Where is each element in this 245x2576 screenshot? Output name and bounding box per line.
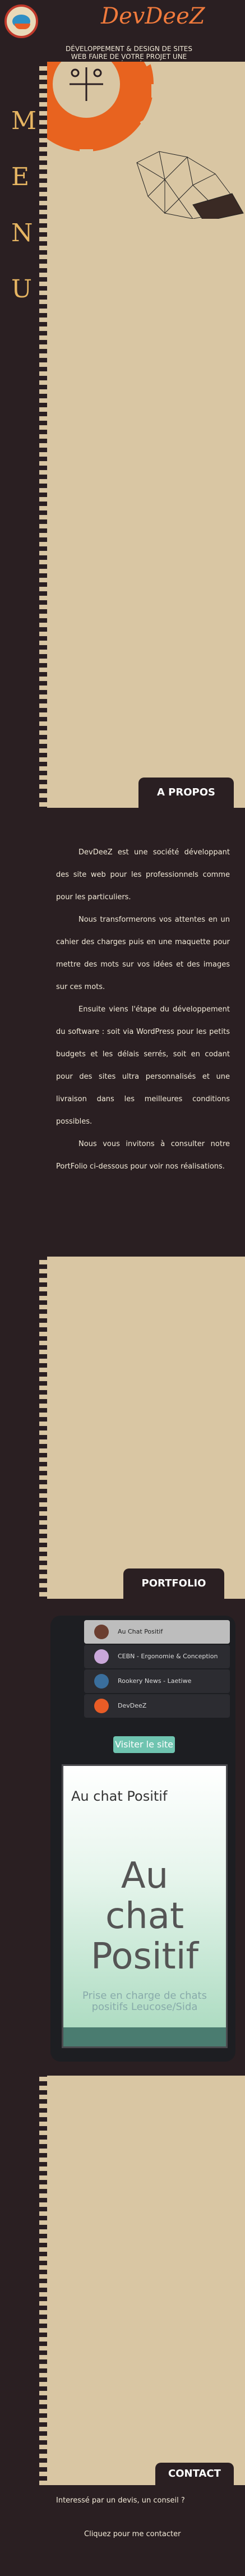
about-paragraph: Nous vous invitons à consulter notre Por… [56,1140,230,1171]
contact-link[interactable]: Cliquez pour me contacter [84,2530,181,2538]
preview-menu-bar[interactable] [63,2027,226,2046]
cat-icon [94,1625,109,1639]
contact-section: CONTACT Interessé par un devis, un conse… [39,2463,245,2576]
contact-title: CONTACT [155,2463,234,2485]
portfolio-device: Au Chat Positif CEBN - Ergonomie & Conce… [50,1616,235,2062]
cebn-icon [94,1649,109,1664]
menu-letter-u[interactable]: U [11,275,32,303]
portfolio-item-rookery[interactable]: Rookery News - Laetiwe [84,1669,230,1693]
portfolio-item-au-chat-positif[interactable]: Au Chat Positif [84,1620,230,1644]
logo-icon[interactable] [4,4,38,38]
about-text: DevDeeZ est une société développant des … [56,841,230,1178]
about-paragraph: Ensuite viens l'étape du développement d… [56,1005,230,1126]
portfolio-title: PORTFOLIO [123,1568,224,1599]
site-header: DevDeeZ DÉVELOPPEMENT & DESIGN DE SITES … [0,0,245,68]
side-menu[interactable]: M E N U [0,62,39,2576]
gear-illustration [47,62,244,219]
portfolio-item-devdeez[interactable]: DevDeeZ [84,1694,230,1718]
about-paragraph: Nous transformerons vos attentes en un c… [56,916,230,991]
about-title: A PROPOS [138,778,234,808]
about-paragraph: DevDeeZ est une société développant des … [56,848,230,901]
menu-letter-m[interactable]: M [11,107,36,135]
preview-subtitle: Prise en charge de chats positifs Leucos… [82,1990,207,2013]
about-section: A PROPOS DevDeeZ est une société dévelop… [39,778,245,1257]
contact-question: Interessé par un devis, un conseil ? [56,2496,185,2505]
brand-title[interactable]: DevDeeZ [101,3,205,29]
portfolio-item-cebn[interactable]: CEBN - Ergonomie & Conception [84,1645,230,1668]
zigzag-edge [39,62,47,2576]
visit-site-button[interactable]: Visiter le site [113,1736,175,1753]
menu-letter-n[interactable]: N [11,219,33,247]
preview-big-title: Au chat Positif [91,1855,198,1977]
preview-small-title: Au chat Positif [71,1788,168,1804]
devdeez-icon [94,1699,109,1713]
rookery-icon [94,1674,109,1689]
portfolio-section: PORTFOLIO Au Chat Positif CEBN - Ergonom… [39,1568,245,2076]
site-preview: Au chat Positif Au chat Positif Prise en… [62,1764,228,2048]
menu-letter-e[interactable]: E [11,163,29,191]
portfolio-list[interactable]: Au Chat Positif CEBN - Ergonomie & Conce… [84,1620,230,1719]
